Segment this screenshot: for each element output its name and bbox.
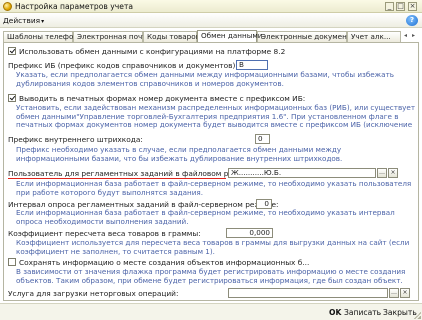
app-icon <box>3 2 12 11</box>
barcode-prefix-input[interactable]: 0 <box>255 134 270 144</box>
actions-menu[interactable]: Действия▾ <box>3 16 44 25</box>
ib-prefix-hint: Указать, если предполагается обмен данны… <box>16 70 394 88</box>
use-exchange-row[interactable]: Использовать обмен данными с конфигураци… <box>8 47 285 56</box>
chevron-down-icon: ▾ <box>41 18 45 25</box>
use-exchange-checkbox[interactable] <box>8 47 16 55</box>
clear-icon[interactable]: × <box>400 288 410 298</box>
tabs-scroll-right-icon[interactable]: ▸ <box>410 31 417 41</box>
tab-data-exchange[interactable]: Обмен данными <box>197 30 262 42</box>
clear-icon[interactable]: × <box>388 168 398 178</box>
tab-electronic-documents[interactable]: Электронные документы <box>257 31 357 42</box>
ib-prefix-input[interactable]: В <box>236 60 268 70</box>
close-window-button[interactable]: × <box>408 2 417 11</box>
tab-product-codes[interactable]: Коды товаров <box>143 31 200 42</box>
ellipsis-select-icon[interactable]: … <box>389 288 399 298</box>
tab-email[interactable]: Электронная почта <box>73 31 151 42</box>
scheduled-user-label: Пользователь для регламентных заданий в … <box>8 169 252 178</box>
print-prefix-checkbox[interactable] <box>8 94 16 102</box>
save-origin-label: Сохранять информацию о месте создания об… <box>19 258 310 267</box>
actions-menu-label: Действия <box>3 16 41 25</box>
service-label: Услуга для загрузки неторговых операций: <box>8 289 179 298</box>
print-prefix-row[interactable]: Выводить в печатных формах номер докумен… <box>8 94 305 103</box>
data-exchange-panel: Использовать обмен данными с конфигураци… <box>3 42 419 301</box>
print-prefix-hint: Установить, если задействован механизм р… <box>16 104 416 130</box>
form-toolbar: Действия▾ ? <box>0 13 422 28</box>
ib-prefix-label: Префикс ИБ (префикс кодов справочников и… <box>8 61 238 70</box>
weight-coefficient-hint: Коэффициент используется для пересчета в… <box>16 238 410 256</box>
barcode-prefix-hint: Префикс необходимо указать в случае, есл… <box>16 145 343 163</box>
scheduled-user-input[interactable]: Ж...........Ю.Б. <box>228 168 376 178</box>
barcode-prefix-label: Префикс внутреннего штрихкода: <box>8 135 143 144</box>
save-origin-hint: В зависимости от значения флажка програм… <box>16 267 406 285</box>
help-button[interactable]: ? <box>406 15 418 26</box>
service-input[interactable] <box>228 288 388 298</box>
save-button[interactable]: Записать <box>341 307 384 319</box>
resize-grip-icon[interactable] <box>414 312 421 319</box>
use-exchange-label: Использовать обмен данными с конфигураци… <box>19 47 286 56</box>
print-prefix-label: Выводить в печатных формах номер докумен… <box>19 94 306 103</box>
window-title: Настройка параметров учета <box>15 2 134 11</box>
poll-interval-hint: Если информационная база работает в файл… <box>16 208 395 226</box>
minimize-button[interactable]: _ <box>385 2 394 11</box>
weight-coefficient-label: Коэффициент пересчета веса товаров в гра… <box>8 229 201 238</box>
save-origin-checkbox[interactable] <box>8 258 16 266</box>
window-title-bar: Настройка параметров учета _ □ × <box>0 0 422 13</box>
settings-tabs: Шаблоны телефонов Электронная почта Коды… <box>3 30 419 42</box>
ellipsis-select-icon[interactable]: … <box>377 168 387 178</box>
tab-alcohol-accounting[interactable]: Учет алк... <box>347 31 401 42</box>
maximize-button[interactable]: □ <box>396 2 405 11</box>
scheduled-user-hint: Если информационная база работает в файл… <box>16 179 412 197</box>
weight-coefficient-input[interactable]: 0,000 <box>226 228 273 238</box>
save-origin-row[interactable]: Сохранять информацию о месте создания об… <box>8 258 309 267</box>
form-button-bar: OK Записать Закрыть <box>0 303 422 320</box>
tabs-scroll-left-icon[interactable]: ◂ <box>402 31 409 41</box>
tab-phone-templates[interactable]: Шаблоны телефонов <box>3 31 87 42</box>
